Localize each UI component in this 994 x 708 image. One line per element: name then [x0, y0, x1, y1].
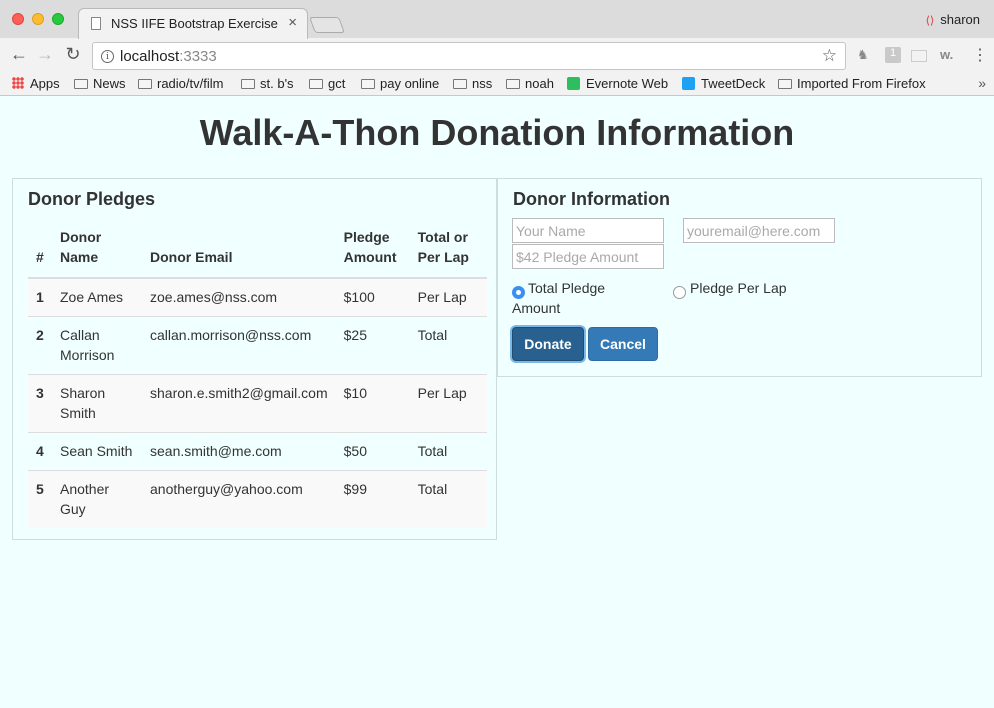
extension-w-icon[interactable]: w. — [940, 47, 953, 62]
bookmark-radio-tv-film[interactable]: radio/tv/film — [138, 76, 223, 91]
column-header: Total or Per Lap — [409, 224, 487, 279]
donor-email: sean.smith@me.com — [142, 432, 336, 471]
bookmarks-bar: Apps News radio/tv/film st. b's gct pay … — [0, 73, 994, 95]
page-title: Walk-A-Thon Donation Information — [199, 112, 795, 153]
pledges-table: # Donor Name Donor Email Pledge Amount T… — [28, 224, 487, 528]
pledge-amount: $99 — [335, 470, 410, 528]
pledge-per-lap-radio[interactable] — [673, 286, 686, 299]
close-window-button[interactable] — [12, 13, 24, 25]
minimize-window-button[interactable] — [32, 13, 44, 25]
pledge-type: Total — [409, 470, 487, 528]
pledge-amount: $100 — [335, 277, 410, 317]
donor-name: Sharon Smith — [52, 374, 142, 433]
pledge-amount: $50 — [335, 432, 410, 471]
new-tab-button[interactable] — [309, 17, 345, 33]
bookmark-news[interactable]: News — [74, 76, 126, 91]
pledge-type: Total — [409, 432, 487, 471]
donor-pledges-heading: Donor Pledges — [28, 189, 156, 209]
donor-email: callan.morrison@nss.com — [142, 316, 336, 375]
profile-name: sharon — [940, 12, 980, 27]
profile-icon: ⟨⟩ — [925, 15, 935, 27]
folder-icon — [361, 79, 375, 89]
table-row: 4 Sean Smith sean.smith@me.com $50 Total — [28, 432, 487, 471]
tab-close-icon[interactable]: × — [288, 14, 297, 31]
folder-icon — [778, 79, 792, 89]
donate-button[interactable]: Donate — [512, 327, 584, 361]
page-icon — [91, 17, 101, 30]
bookmark-star-icon[interactable]: ☆ — [822, 46, 837, 66]
table-row: 5 Another Guy anotherguy@yahoo.com $99 T… — [28, 470, 487, 528]
pledge-amount-input[interactable] — [512, 244, 664, 269]
bookmark-noah[interactable]: noah — [506, 76, 554, 91]
pledge-type: Per Lap — [409, 374, 487, 433]
email-input[interactable] — [683, 218, 835, 243]
bookmark-evernote-web[interactable]: Evernote Web — [567, 76, 668, 91]
donor-email: sharon.e.smith2@gmail.com — [142, 374, 336, 433]
url-text: localhost:3333 — [120, 48, 217, 65]
browser-menu-icon[interactable]: ⋮ — [972, 45, 988, 65]
folder-icon — [138, 79, 152, 89]
extension-icon[interactable] — [911, 50, 927, 62]
bookmark-pay-online[interactable]: pay online — [361, 76, 439, 91]
folder-icon — [506, 79, 520, 89]
table-row: 2 Callan Morrison callan.morrison@nss.co… — [28, 316, 487, 375]
donor-email: zoe.ames@nss.com — [142, 277, 336, 317]
browser-chrome: NSS IIFE Bootstrap Exercise × ⟨⟩ sharon ←… — [0, 0, 994, 96]
folder-icon — [453, 79, 467, 89]
row-number: 4 — [28, 432, 52, 471]
tweetdeck-icon — [682, 77, 695, 90]
name-input[interactable] — [512, 218, 664, 243]
table-row: 3 Sharon Smith sharon.e.smith2@gmail.com… — [28, 374, 487, 433]
forward-button[interactable]: → — [34, 44, 56, 65]
info-icon[interactable]: i — [101, 50, 114, 63]
row-number: 2 — [28, 316, 52, 375]
bookmark-apps[interactable]: Apps — [12, 76, 60, 91]
bookmark-nss[interactable]: nss — [453, 76, 492, 91]
pledge-type: Total — [409, 316, 487, 375]
total-pledge-label: Total Pledge Amount — [512, 280, 606, 316]
tab-strip: NSS IIFE Bootstrap Exercise × ⟨⟩ sharon — [0, 0, 994, 39]
table-header-row: # Donor Name Donor Email Pledge Amount T… — [28, 224, 487, 279]
pledge-type: Per Lap — [409, 277, 487, 317]
donor-name: Another Guy — [52, 470, 142, 528]
bookmark-gct[interactable]: gct — [309, 76, 345, 91]
folder-icon — [241, 79, 255, 89]
folder-icon — [309, 79, 323, 89]
profile-button[interactable]: ⟨⟩ sharon — [926, 12, 980, 27]
back-button[interactable]: ← — [8, 44, 30, 65]
evernote-extension-icon[interactable]: ♞ — [857, 47, 869, 63]
column-header: Donor Name — [52, 224, 142, 279]
column-header: Donor Email — [142, 224, 336, 279]
row-number: 5 — [28, 470, 52, 528]
donor-pledges-panel: Donor Pledges # Donor Name Donor Email P… — [12, 178, 497, 540]
bookmark-st-bs[interactable]: st. b's — [241, 76, 294, 91]
donor-name: Zoe Ames — [52, 277, 142, 317]
pledge-amount: $25 — [335, 316, 410, 375]
donor-email: anotherguy@yahoo.com — [142, 470, 336, 528]
browser-tab[interactable]: NSS IIFE Bootstrap Exercise × — [78, 8, 308, 39]
reload-button[interactable]: ↻ — [62, 44, 84, 65]
column-header: Pledge Amount — [335, 224, 410, 279]
tab-title: NSS IIFE Bootstrap Exercise — [111, 16, 278, 31]
bookmark-tweetdeck[interactable]: TweetDeck — [682, 76, 765, 91]
apps-grid-icon — [12, 77, 24, 89]
pledge-amount: $10 — [335, 374, 410, 433]
folder-icon — [74, 79, 88, 89]
row-number: 3 — [28, 374, 52, 433]
row-number: 1 — [28, 277, 52, 317]
pledge-per-lap-label: Pledge Per Lap — [690, 280, 787, 296]
cancel-button[interactable]: Cancel — [588, 327, 658, 361]
more-bookmarks-icon[interactable]: » — [978, 75, 986, 91]
evernote-icon — [567, 77, 580, 90]
donor-information-panel: Donor Information Total PledgeAmount Ple… — [497, 178, 982, 377]
address-bar[interactable]: i localhost:3333 ☆ — [92, 42, 846, 70]
maximize-window-button[interactable] — [52, 13, 64, 25]
table-row: 1 Zoe Ames zoe.ames@nss.com $100 Per Lap — [28, 277, 487, 317]
column-header: # — [28, 224, 52, 279]
donor-information-heading: Donor Information — [513, 189, 670, 209]
extension-icon[interactable]: 1 — [885, 47, 901, 63]
donor-name: Sean Smith — [52, 432, 142, 471]
donor-name: Callan Morrison — [52, 316, 142, 375]
bookmark-imported-from-firefox[interactable]: Imported From Firefox — [778, 76, 926, 91]
